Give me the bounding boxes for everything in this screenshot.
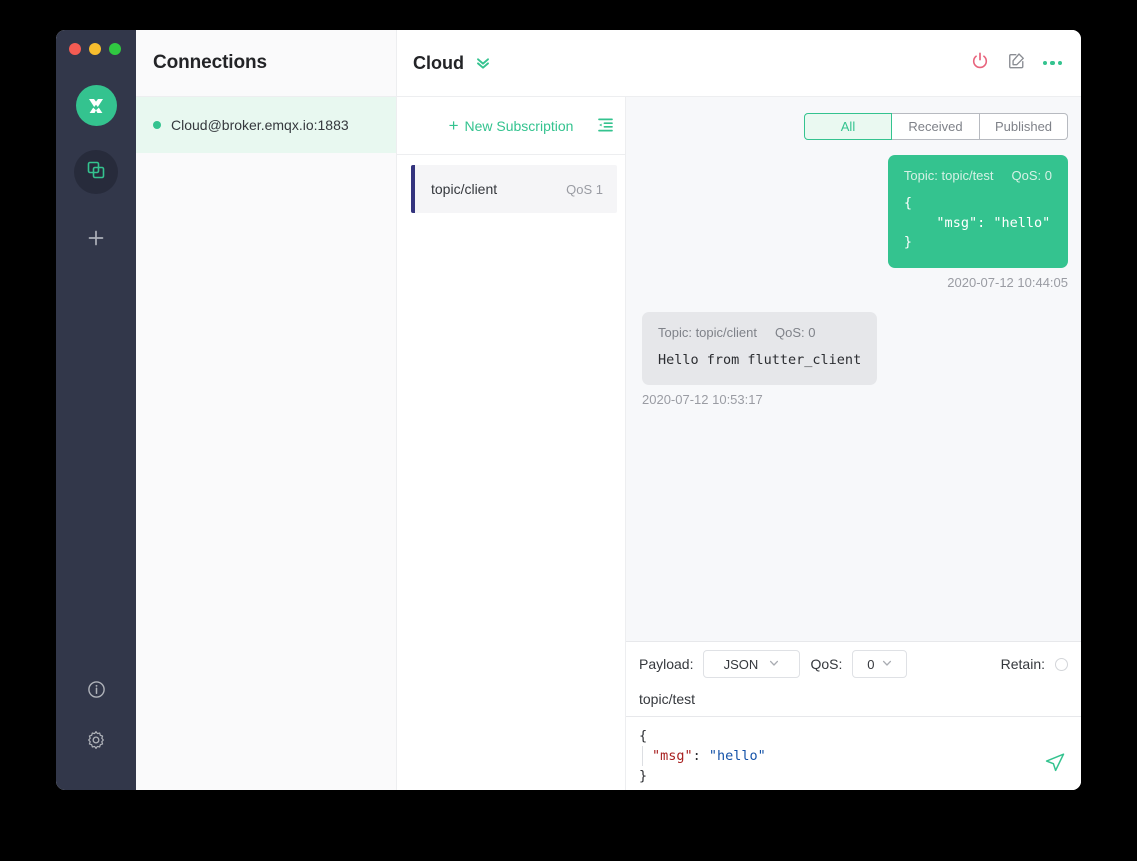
plus-icon: + [449, 117, 459, 134]
main-region: Cloud [397, 30, 1081, 790]
windows-stack-icon [86, 160, 106, 185]
subscriptions-header: + New Subscription [397, 97, 625, 155]
message-filter-tabs: All Received Published [626, 97, 1081, 155]
close-window-button[interactable] [69, 43, 81, 55]
message-meta: Topic: topic/client QoS: 0 [658, 325, 861, 340]
sidebar-item-new-connection[interactable] [74, 218, 118, 262]
publish-topic-input[interactable]: topic/test [626, 686, 1081, 716]
subscription-topic: topic/client [431, 181, 497, 197]
retain-control: Retain: [1001, 656, 1068, 672]
tab-all[interactable]: All [804, 113, 892, 140]
edit-square-icon[interactable] [1007, 51, 1026, 75]
message-meta: Topic: topic/test QoS: 0 [904, 168, 1052, 183]
publish-panel: Payload: JSON QoS: 0 [626, 641, 1081, 790]
editor-line-close: } [639, 768, 647, 784]
subscription-qos: QoS 1 [566, 182, 603, 197]
message-qos: QoS: 0 [1012, 168, 1052, 183]
message-item: Topic: topic/test QoS: 0 { "msg": "hello… [642, 155, 1068, 290]
info-icon [86, 679, 107, 705]
connections-header: Connections [136, 30, 396, 97]
connection-list-item[interactable]: Cloud@broker.emqx.io:1883 [136, 97, 396, 153]
editor-line-body: "msg": "hello" [642, 746, 1068, 766]
message-timestamp: 2020-07-12 10:53:17 [642, 392, 763, 407]
payload-format-select[interactable]: JSON [703, 650, 800, 678]
payload-label: Payload: [639, 656, 693, 672]
page-title: Connections [153, 52, 267, 74]
message-bubble-received[interactable]: Topic: topic/client QoS: 0 Hello from fl… [642, 312, 877, 386]
new-subscription-button[interactable]: + New Subscription [449, 117, 574, 134]
window-controls [69, 43, 121, 55]
message-payload: { "msg": "hello" } [904, 194, 1052, 253]
power-icon[interactable] [970, 51, 990, 76]
chevron-down-icon [768, 657, 780, 672]
messages-panel: All Received Published Topic: topic/test… [626, 97, 1081, 790]
more-dots-icon[interactable] [1043, 61, 1063, 66]
publish-payload-editor[interactable]: { "msg": "hello"} [626, 716, 1081, 790]
sidebar-item-about[interactable] [74, 670, 118, 714]
editor-line-open: { [639, 728, 647, 744]
tab-published[interactable]: Published [980, 113, 1068, 140]
body-row: + New Subscription topic/client QoS 1 [397, 97, 1081, 790]
publish-options-bar: Payload: JSON QoS: 0 [626, 642, 1081, 686]
app-window: Connections Cloud@broker.emqx.io:1883 Cl… [56, 30, 1081, 790]
connection-status-dot-icon [153, 121, 161, 129]
header-actions [970, 51, 1063, 76]
qos-value: 0 [867, 657, 874, 672]
message-topic: Topic: topic/client [658, 325, 757, 340]
plus-icon [86, 228, 106, 253]
retain-toggle[interactable] [1055, 658, 1068, 671]
subscriptions-panel: + New Subscription topic/client QoS 1 [397, 97, 626, 790]
message-timestamp: 2020-07-12 10:44:05 [947, 275, 1068, 290]
editor-content: { "msg": "hello"} [639, 726, 1068, 786]
sidebar-item-connections[interactable] [74, 150, 118, 194]
message-item: Topic: topic/client QoS: 0 Hello from fl… [642, 312, 1068, 408]
connection-title: Cloud [413, 53, 464, 74]
gear-icon [85, 729, 107, 756]
json-key: "msg" [652, 748, 693, 764]
send-plane-icon[interactable] [1043, 750, 1067, 779]
payload-format-value: JSON [724, 657, 759, 672]
connections-panel: Connections Cloud@broker.emqx.io:1883 [136, 30, 397, 790]
minimize-window-button[interactable] [89, 43, 101, 55]
message-topic: Topic: topic/test [904, 168, 994, 183]
message-qos: QoS: 0 [775, 325, 815, 340]
new-subscription-label: New Subscription [465, 118, 574, 134]
zoom-window-button[interactable] [109, 43, 121, 55]
subscription-item[interactable]: topic/client QoS 1 [411, 165, 617, 213]
connection-name: Cloud@broker.emqx.io:1883 [171, 117, 349, 133]
qos-label: QoS: [810, 656, 842, 672]
message-list: Topic: topic/test QoS: 0 { "msg": "hello… [626, 155, 1081, 641]
retain-label: Retain: [1001, 656, 1045, 672]
message-bubble-published[interactable]: Topic: topic/test QoS: 0 { "msg": "hello… [888, 155, 1068, 268]
json-colon: : [693, 748, 709, 764]
main-header: Cloud [397, 30, 1081, 97]
list-collapse-icon[interactable] [595, 115, 615, 140]
json-value: "hello" [709, 748, 766, 764]
message-payload: Hello from flutter_client [658, 351, 861, 371]
qos-select[interactable]: 0 [852, 650, 907, 678]
chevron-double-down-icon[interactable] [474, 54, 492, 72]
mqttx-logo-icon [76, 85, 117, 126]
icon-rail [56, 30, 136, 790]
sidebar-item-settings[interactable] [74, 720, 118, 764]
chevron-down-icon [881, 657, 893, 672]
tab-received[interactable]: Received [892, 113, 980, 140]
subscriptions-list: topic/client QoS 1 [397, 155, 625, 213]
